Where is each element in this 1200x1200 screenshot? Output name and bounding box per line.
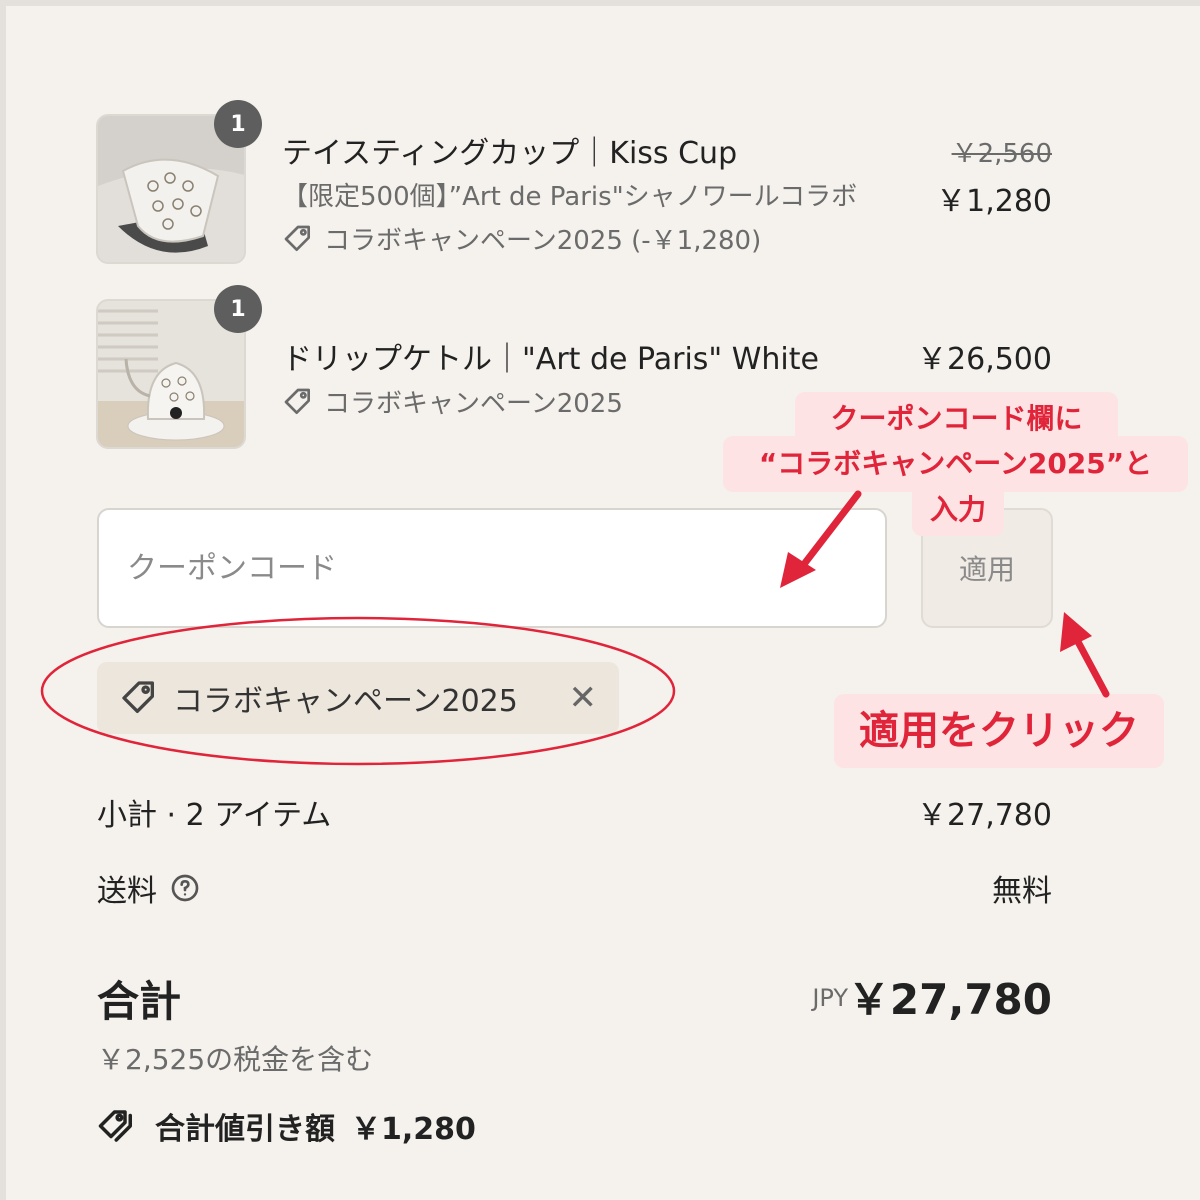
highlight-oval — [40, 616, 676, 766]
item-title: テイスティングカップ｜Kiss Cup — [282, 136, 738, 171]
currency-code: JPY — [812, 984, 848, 1012]
shipping-label-text: 送料 — [97, 874, 157, 909]
total-value: ￥27,780 — [847, 975, 1052, 1024]
shipping-value: 無料 — [992, 874, 1052, 909]
panel-border — [0, 0, 1200, 6]
item-title: ドリップケトル｜"Art de Paris" White — [282, 342, 819, 377]
item-discount: コラボキャンペーン2025 (-￥1,280) — [282, 220, 761, 257]
shipping-label: 送料 — [97, 866, 201, 910]
coupon-code-input[interactable] — [97, 508, 887, 628]
quantity-badge: 1 — [214, 100, 262, 148]
item-discount-text: コラボキャンペーン2025 — [324, 389, 623, 419]
item-price: ￥1,280 — [936, 184, 1052, 219]
total-label: 合計 — [97, 977, 182, 1026]
help-circle-icon[interactable] — [169, 872, 201, 904]
savings-value: ￥1,280 — [351, 1112, 476, 1147]
annotation-apply-instruction: 適用をクリック — [834, 694, 1164, 768]
annotation-instruction-line3: 入力 — [912, 484, 1004, 536]
arrow-icon — [780, 490, 862, 588]
tag-icon — [284, 225, 310, 251]
item-discount: コラボキャンペーン2025 — [282, 383, 623, 420]
subtotal-label: 小計 · 2 アイテム — [97, 790, 331, 834]
subtotal-label-text: 小計 · 2 アイテム — [97, 798, 332, 833]
item-price: ￥26,500 — [917, 342, 1052, 377]
tag-icon — [284, 388, 310, 414]
item-discount-text: コラボキャンペーン2025 (-￥1,280) — [324, 226, 762, 256]
quantity-badge: 1 — [214, 285, 262, 333]
item-variant: 【限定500個】”Art de Paris"シャノワールコラボ — [282, 182, 858, 212]
tax-note: ￥2,525の税金を含む — [97, 1043, 374, 1076]
panel-border — [0, 0, 6, 1200]
savings-label: 合計値引き額 — [155, 1112, 335, 1147]
total-savings: 合計値引き額 ￥1,280 — [97, 1104, 476, 1148]
subtotal-value: ￥27,780 — [917, 798, 1052, 833]
arrow-icon — [1060, 612, 1110, 698]
tags-icon — [98, 1110, 132, 1142]
original-price: ￥2,560 — [951, 139, 1052, 169]
